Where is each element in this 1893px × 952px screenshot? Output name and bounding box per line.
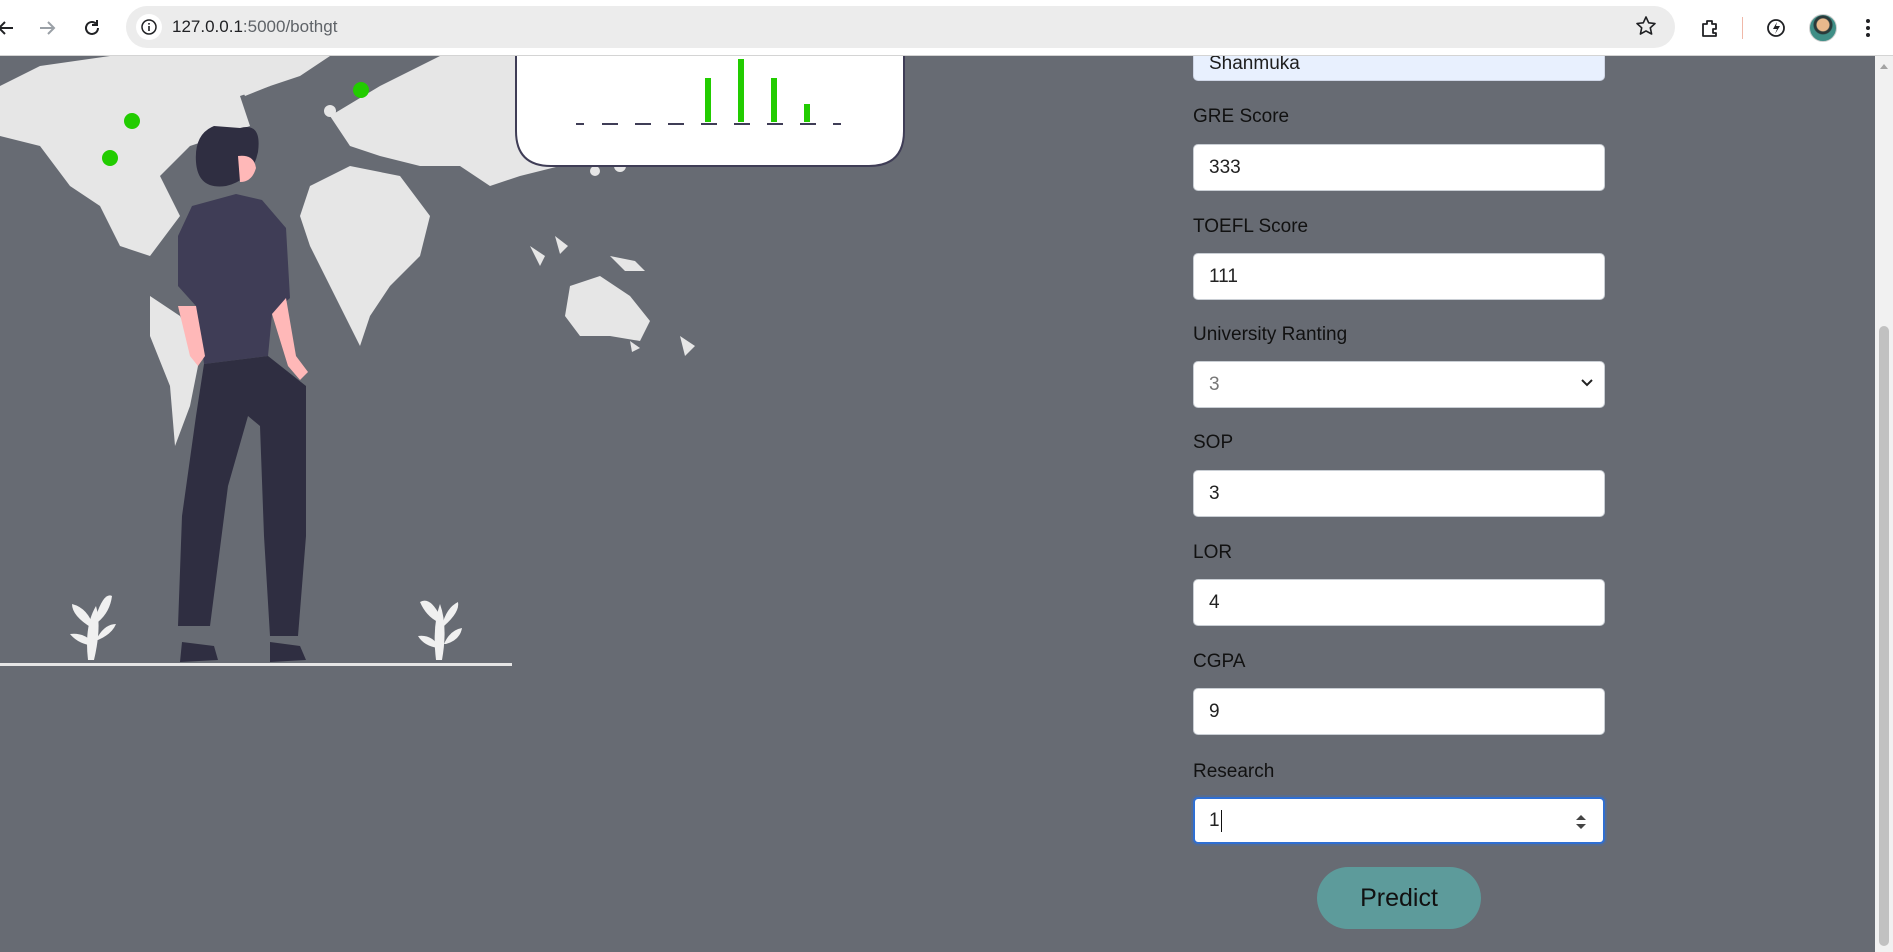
forward-arrow-icon[interactable] bbox=[33, 14, 61, 42]
toefl-score-input[interactable]: 111 bbox=[1193, 253, 1605, 300]
toefl-score-label: TOEFL Score bbox=[1193, 216, 1309, 237]
toolbar-separator bbox=[1742, 17, 1743, 39]
back-arrow-icon[interactable] bbox=[0, 14, 20, 42]
university-rating-value: 3 bbox=[1209, 374, 1220, 395]
scroll-up-arrow-icon[interactable] bbox=[1880, 64, 1888, 69]
research-value: 1 bbox=[1209, 810, 1220, 831]
profile-avatar[interactable] bbox=[1809, 14, 1837, 42]
gre-score-label: GRE Score bbox=[1193, 106, 1290, 127]
university-rating-label: University Ranting bbox=[1193, 324, 1348, 345]
url-text[interactable]: 127.0.0.1:5000/bothgt bbox=[172, 17, 337, 37]
lor-input[interactable]: 4 bbox=[1193, 579, 1605, 626]
cgpa-label: CGPA bbox=[1193, 651, 1246, 672]
sop-input[interactable]: 3 bbox=[1193, 470, 1605, 517]
name-input[interactable]: Shanmuka bbox=[1193, 56, 1605, 81]
performance-icon[interactable] bbox=[1762, 14, 1790, 42]
page-content: Shanmuka GRE Score 333 TOEFL Score 111 U… bbox=[0, 56, 1875, 952]
reload-icon[interactable] bbox=[78, 14, 106, 42]
bookmark-star-icon[interactable] bbox=[1635, 15, 1657, 41]
page-scrollbar[interactable] bbox=[1875, 56, 1893, 952]
browser-toolbar: 127.0.0.1:5000/bothgt bbox=[0, 0, 1893, 56]
extensions-icon[interactable] bbox=[1696, 14, 1724, 42]
address-bar[interactable]: 127.0.0.1:5000/bothgt bbox=[126, 6, 1675, 48]
predict-button[interactable]: Predict bbox=[1317, 867, 1481, 929]
more-menu-icon[interactable] bbox=[1854, 14, 1882, 42]
research-input[interactable]: 1 bbox=[1193, 797, 1605, 844]
sop-label: SOP bbox=[1193, 432, 1234, 453]
chevron-down-icon bbox=[1581, 379, 1593, 387]
university-rating-select[interactable]: 3 bbox=[1193, 361, 1605, 408]
research-label: Research bbox=[1193, 761, 1275, 782]
lor-label: LOR bbox=[1193, 542, 1233, 563]
gre-score-input[interactable]: 333 bbox=[1193, 144, 1605, 191]
url-path: :5000/bothgt bbox=[242, 17, 338, 36]
text-caret bbox=[1220, 809, 1222, 832]
url-host: 127.0.0.1 bbox=[172, 17, 243, 36]
site-info-icon[interactable] bbox=[136, 14, 162, 40]
scrollbar-thumb[interactable] bbox=[1879, 326, 1889, 946]
world-map-person-illustration bbox=[0, 56, 905, 666]
number-spinner-icon[interactable] bbox=[1573, 811, 1589, 833]
cgpa-input[interactable]: 9 bbox=[1193, 688, 1605, 735]
